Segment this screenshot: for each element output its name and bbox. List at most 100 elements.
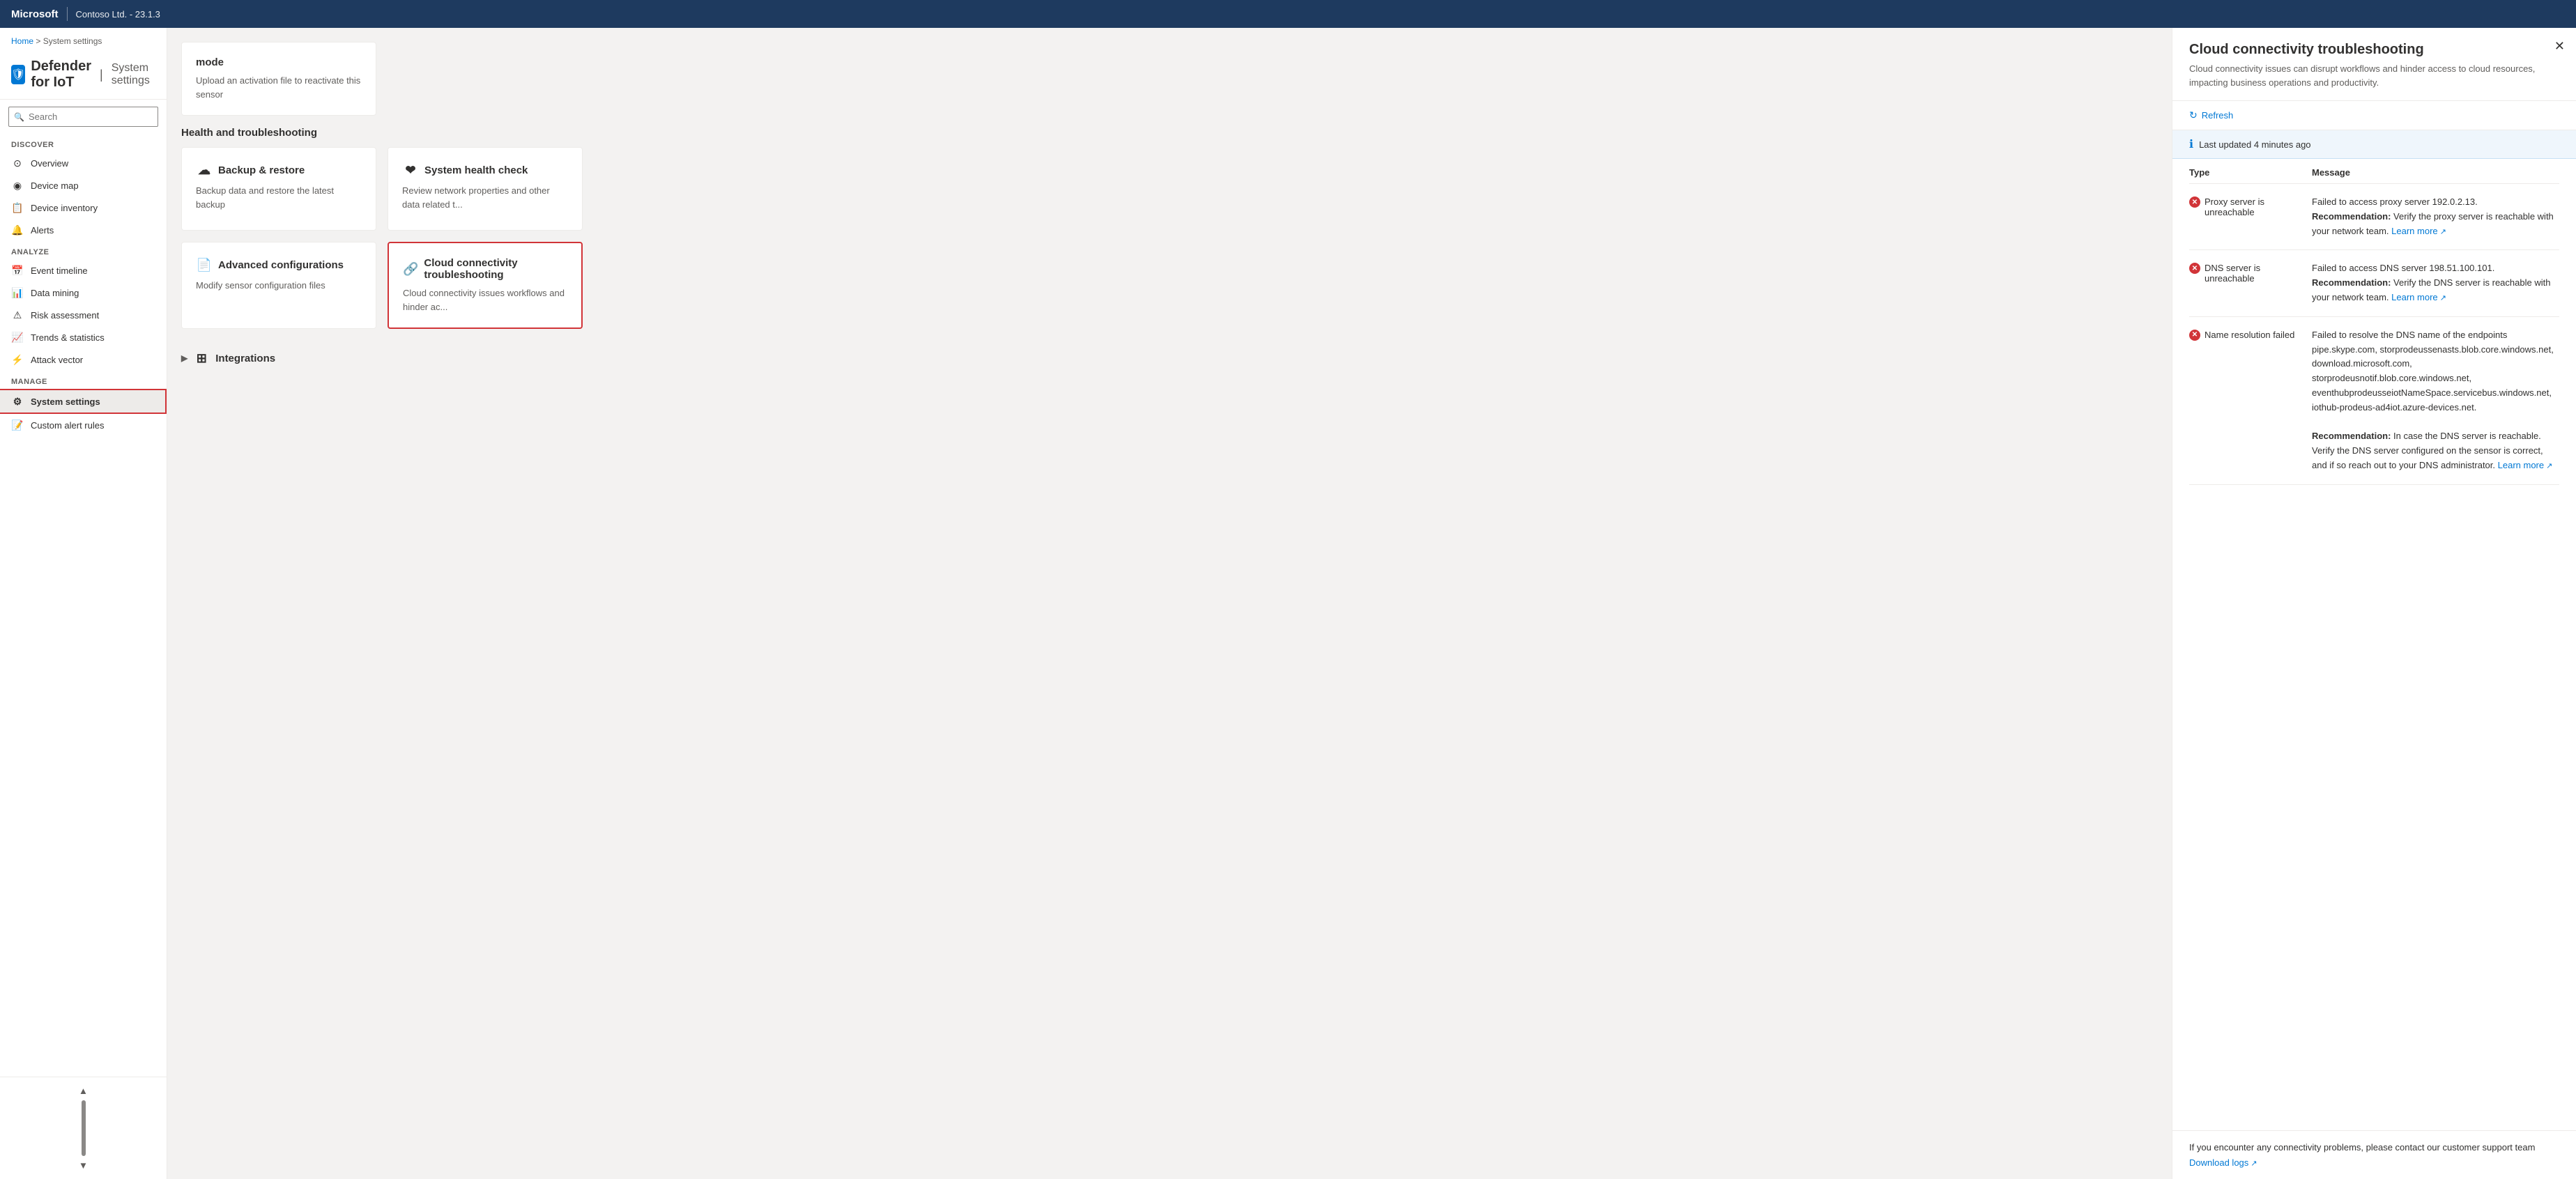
close-button[interactable]: ✕ <box>2554 39 2565 54</box>
sidebar-item-label-alerts: Alerts <box>31 225 54 236</box>
recommendation-bold-proxy: Recommendation: <box>2312 211 2391 222</box>
nav-section-manage: Manage ⚙ System settings 📝 Custom alert … <box>0 371 167 436</box>
sidebar-item-event-timeline[interactable]: 📅 Event timeline <box>0 259 167 282</box>
section-label-discover: Discover <box>0 134 167 152</box>
brand-name: Microsoft <box>11 8 59 20</box>
sidebar-item-system-settings[interactable]: ⚙ System settings <box>0 389 167 414</box>
integrations-icon: ⊞ <box>193 350 210 367</box>
sidebar-header: Home > System settings <box>0 28 167 56</box>
card-desc-backup-restore: Backup data and restore the latest backu… <box>196 184 362 211</box>
sidebar-item-label-device-inventory: Device inventory <box>31 203 98 213</box>
risk-assessment-icon: ⚠ <box>11 309 24 321</box>
scroll-up-button[interactable]: ▲ <box>0 1083 167 1099</box>
sidebar-item-label-device-map: Device map <box>31 180 79 191</box>
card-cloud-connectivity[interactable]: 🔗 Cloud connectivity troubleshooting Clo… <box>388 242 583 329</box>
content-area: mode Upload an activation file to reacti… <box>167 28 2172 1179</box>
cards-grid: ☁ Backup & restore Backup data and resto… <box>181 147 2158 329</box>
type-text-proxy: Proxy server is unreachable <box>2205 196 2301 217</box>
scroll-down-button[interactable]: ▼ <box>0 1157 167 1173</box>
sidebar-item-device-inventory[interactable]: 📋 Device inventory <box>0 196 167 219</box>
attack-vector-icon: ⚡ <box>11 353 24 366</box>
card-desc-cloud-connectivity: Cloud connectivity issues workflows and … <box>403 286 567 314</box>
card-advanced-configurations[interactable]: 📄 Advanced configurations Modify sensor … <box>181 242 376 329</box>
table-row: ✕ Proxy server is unreachable Failed to … <box>2189 184 2559 250</box>
panel-content: Type Message ✕ Proxy server is unreachab… <box>2172 159 2576 1130</box>
sidebar-item-label-attack-vector: Attack vector <box>31 355 83 365</box>
defender-icon: 🛡 <box>11 65 25 84</box>
breadcrumb: Home > System settings <box>11 36 155 46</box>
learn-more-name-resolution[interactable]: Learn more <box>2498 460 2553 470</box>
integrations-section: ▶ ⊞ Integrations <box>181 343 2158 373</box>
panel-toolbar: ↻ Refresh <box>2172 101 2576 130</box>
panel-footer: If you encounter any connectivity proble… <box>2172 1130 2576 1179</box>
learn-more-dns[interactable]: Learn more <box>2391 292 2446 302</box>
refresh-label: Refresh <box>2202 110 2234 121</box>
sidebar-item-trends-statistics[interactable]: 📈 Trends & statistics <box>0 326 167 348</box>
card-title-advanced-config: 📄 Advanced configurations <box>196 256 362 273</box>
sidebar-item-custom-alert-rules[interactable]: 📝 Custom alert rules <box>0 414 167 436</box>
type-text-dns: DNS server is unreachable <box>2205 263 2301 284</box>
refresh-button[interactable]: ↻ Refresh <box>2189 109 2233 121</box>
topbar-divider <box>67 7 68 21</box>
message-cell-name-resolution: Failed to resolve the DNS name of the en… <box>2312 328 2559 473</box>
sidebar-item-alerts[interactable]: 🔔 Alerts <box>0 219 167 241</box>
right-panel: Cloud connectivity troubleshooting Cloud… <box>2172 28 2576 1179</box>
breadcrumb-home[interactable]: Home <box>11 36 33 46</box>
custom-alert-icon: 📝 <box>11 419 24 431</box>
mode-card[interactable]: mode Upload an activation file to reacti… <box>181 42 376 116</box>
card-backup-restore[interactable]: ☁ Backup & restore Backup data and resto… <box>181 147 376 231</box>
breadcrumb-current: System settings <box>43 36 102 46</box>
card-desc-system-health: Review network properties and other data… <box>402 184 568 211</box>
table-row: ✕ Name resolution failed Failed to resol… <box>2189 317 2559 485</box>
section-label-manage: Manage <box>0 371 167 389</box>
sidebar-item-label-event-timeline: Event timeline <box>31 265 88 276</box>
message-cell-proxy: Failed to access proxy server 192.0.2.13… <box>2312 195 2559 238</box>
nav-section-analyze: Analyze 📅 Event timeline 📊 Data mining ⚠… <box>0 241 167 371</box>
cloud-connectivity-icon: 🔗 <box>403 261 418 277</box>
integrations-label: Integrations <box>215 353 275 364</box>
card-title-cloud-connectivity: 🔗 Cloud connectivity troubleshooting <box>403 257 567 281</box>
col-header-type: Type <box>2189 167 2301 178</box>
sidebar-item-data-mining[interactable]: 📊 Data mining <box>0 282 167 304</box>
device-inventory-icon: 📋 <box>11 201 24 214</box>
col-header-message: Message <box>2312 167 2559 178</box>
message-cell-dns: Failed to access DNS server 198.51.100.1… <box>2312 261 2559 305</box>
type-cell-dns: ✕ DNS server is unreachable <box>2189 261 2301 305</box>
info-bar: ℹ Last updated 4 minutes ago <box>2172 130 2576 159</box>
footer-text: If you encounter any connectivity proble… <box>2189 1142 2559 1153</box>
panel-header: Cloud connectivity troubleshooting Cloud… <box>2172 28 2576 101</box>
recommendation-bold-name-res: Recommendation: <box>2312 431 2391 441</box>
section-label-analyze: Analyze <box>0 241 167 259</box>
breadcrumb-sep: > <box>36 36 43 46</box>
alerts-icon: 🔔 <box>11 224 24 236</box>
search-box[interactable]: 🔍 <box>8 107 158 127</box>
sidebar-item-label-overview: Overview <box>31 158 68 169</box>
trends-icon: 📈 <box>11 331 24 344</box>
search-icon: 🔍 <box>14 112 24 122</box>
data-mining-icon: 📊 <box>11 286 24 299</box>
card-title-backup-restore: ☁ Backup & restore <box>196 162 362 178</box>
event-timeline-icon: 📅 <box>11 264 24 277</box>
recommendation-bold-dns: Recommendation: <box>2312 277 2391 288</box>
search-input[interactable] <box>8 107 158 127</box>
sidebar-item-risk-assessment[interactable]: ⚠ Risk assessment <box>0 304 167 326</box>
info-icon: ℹ <box>2189 137 2193 151</box>
download-logs-link[interactable]: Download logs <box>2189 1157 2257 1168</box>
sidebar-item-label-trends: Trends & statistics <box>31 332 105 343</box>
sidebar-item-overview[interactable]: ⊙ Overview <box>0 152 167 174</box>
card-desc-advanced-config: Modify sensor configuration files <box>196 279 362 293</box>
sidebar-item-attack-vector[interactable]: ⚡ Attack vector <box>0 348 167 371</box>
page-title-area: 🛡 Defender for IoT | System settings <box>0 56 167 100</box>
system-settings-icon: ⚙ <box>11 395 24 408</box>
org-name: Contoso Ltd. - 23.1.3 <box>76 9 160 20</box>
sidebar-item-device-map[interactable]: ◉ Device map <box>0 174 167 196</box>
device-map-icon: ◉ <box>11 179 24 192</box>
card-system-health[interactable]: ❤ System health check Review network pro… <box>388 147 583 231</box>
backup-icon: ☁ <box>196 162 213 178</box>
learn-more-proxy[interactable]: Learn more <box>2391 226 2446 236</box>
panel-subtitle: Cloud connectivity issues can disrupt wo… <box>2189 62 2559 89</box>
type-text-name-resolution: Name resolution failed <box>2205 330 2294 340</box>
integrations-header[interactable]: ▶ ⊞ Integrations <box>181 343 2158 373</box>
health-section-label: Health and troubleshooting <box>181 127 2158 139</box>
page-title-separator: | <box>100 68 103 82</box>
